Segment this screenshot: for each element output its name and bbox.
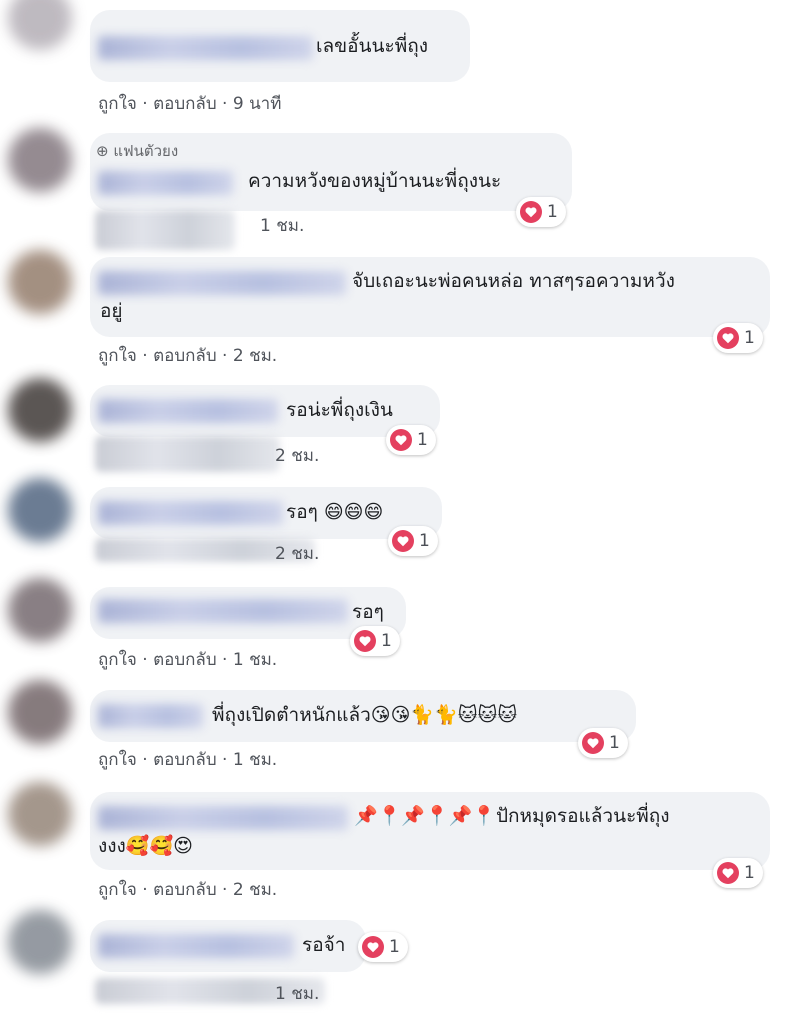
- heart-icon: [520, 201, 542, 223]
- avatar[interactable]: [8, 0, 72, 50]
- reaction-count[interactable]: 1: [350, 626, 400, 656]
- comment-text: เลขอั้นนะพี่ถุง: [316, 35, 429, 57]
- timestamp[interactable]: 2 ชม.: [233, 880, 277, 900]
- comment-bubble: 📌📍📌📍📌📍ปักหมุดรอแล้วนะพี่ถุง งงง🥰🥰😍: [90, 792, 770, 870]
- heart-icon: [582, 732, 604, 754]
- comment-text: จับเถอะนะพ่อคนหล่อ ทาสๆรอความหวัง: [352, 270, 675, 292]
- meta-blurred: [95, 210, 235, 250]
- comment-meta: ถูกใจ · ตอบกลับ · 1 ชม.: [98, 750, 278, 770]
- comment-meta: 2 ชม.: [275, 442, 319, 469]
- fan-badge: ⊕ แฟนตัวยง: [96, 142, 179, 160]
- timestamp[interactable]: 2 ชม.: [275, 446, 319, 466]
- comment-bubble: พี่ถุงเปิดตำหนักแล้ว😘😘🐈🐈🐱🐱🐱: [90, 690, 636, 742]
- author-name-blurred[interactable]: [98, 599, 348, 623]
- like-link[interactable]: ถูกใจ: [98, 94, 137, 114]
- reaction-count[interactable]: 1: [713, 323, 763, 353]
- heart-icon: [717, 327, 739, 349]
- author-name-blurred[interactable]: [98, 399, 278, 423]
- like-link[interactable]: ถูกใจ: [98, 880, 137, 900]
- timestamp[interactable]: 9 นาที: [233, 94, 282, 114]
- comment-bubble: เลขอั้นนะพี่ถุง: [90, 10, 470, 82]
- reaction-count[interactable]: 1: [388, 526, 438, 556]
- comment-meta: ถูกใจ · ตอบกลับ · 2 ชม.: [98, 880, 278, 900]
- comment-text: 📌📍📌📍📌📍ปักหมุดรอแล้วนะพี่ถุง: [354, 805, 670, 827]
- timestamp[interactable]: 1 ชม.: [233, 750, 277, 770]
- comment-meta: 1 ชม.: [275, 980, 319, 1007]
- comment-bubble: จับเถอะนะพ่อคนหล่อ ทาสๆรอความหวัง อยู่: [90, 257, 770, 337]
- author-name-blurred[interactable]: [98, 501, 283, 525]
- meta-blurred: [95, 436, 280, 472]
- avatar[interactable]: [8, 378, 72, 442]
- author-name-blurred[interactable]: [98, 171, 233, 195]
- heart-icon: [390, 429, 412, 451]
- comment-meta: ถูกใจ · ตอบกลับ · 9 นาที: [98, 94, 282, 114]
- comment-bubble: รอๆ 😄😄😄: [90, 487, 442, 539]
- reply-link[interactable]: ตอบกลับ: [153, 94, 217, 114]
- like-link[interactable]: ถูกใจ: [98, 346, 137, 366]
- like-link[interactable]: ถูกใจ: [98, 750, 137, 770]
- comment-meta: ถูกใจ · ตอบกลับ · 2 ชม.: [98, 346, 278, 366]
- reply-link[interactable]: ตอบกลับ: [153, 880, 217, 900]
- pin-emoji-group: 📌📍📌📍📌📍: [354, 805, 496, 827]
- timestamp[interactable]: 2 ชม.: [233, 346, 277, 366]
- author-name-blurred[interactable]: [98, 271, 346, 295]
- avatar[interactable]: [8, 478, 72, 542]
- timestamp[interactable]: 2 ชม.: [275, 544, 319, 564]
- reaction-count[interactable]: 1: [713, 858, 763, 888]
- comment-text-line2: งงง🥰🥰😍: [98, 835, 193, 857]
- comment-text: ความหวังของหมู่บ้านนะพี่ถุงนะ: [248, 170, 502, 192]
- comment-text: พี่ถุงเปิดตำหนักแล้ว😘😘🐈🐈🐱🐱🐱: [212, 704, 518, 726]
- comment-meta: 2 ชม.: [275, 540, 319, 567]
- comment-bubble: ⊕ แฟนตัวยง ความหวังของหมู่บ้านนะพี่ถุงนะ: [90, 133, 572, 211]
- avatar[interactable]: [8, 578, 72, 642]
- like-link[interactable]: ถูกใจ: [98, 650, 137, 670]
- heart-icon: [362, 936, 384, 958]
- avatar[interactable]: [8, 782, 72, 846]
- love-emoji-group: 🥰🥰😍: [125, 835, 193, 857]
- timestamp[interactable]: 1 ชม.: [233, 650, 277, 670]
- avatar[interactable]: [8, 680, 72, 744]
- comment-text-line2: อยู่: [100, 300, 123, 322]
- reaction-count[interactable]: 1: [386, 425, 436, 455]
- comment-text: รอจ้า: [302, 934, 346, 956]
- avatar[interactable]: [8, 250, 72, 314]
- author-name-blurred[interactable]: [98, 36, 313, 60]
- comment-text: รอน่ะพี่ถุงเงิน: [286, 399, 393, 421]
- comment-meta: 1 ชม.: [260, 212, 304, 239]
- comment-text: รอๆ 😄😄😄: [286, 501, 384, 523]
- comment-meta: ถูกใจ · ตอบกลับ · 1 ชม.: [98, 650, 278, 670]
- reply-link[interactable]: ตอบกลับ: [153, 650, 217, 670]
- comment-text: รอๆ: [352, 601, 384, 623]
- heart-icon: [392, 530, 414, 552]
- reaction-count[interactable]: 1: [358, 932, 408, 962]
- comment-bubble: รอจ้า: [90, 920, 366, 972]
- author-name-blurred[interactable]: [98, 806, 348, 830]
- avatar[interactable]: [8, 128, 72, 192]
- author-name-blurred[interactable]: [98, 934, 294, 958]
- reply-link[interactable]: ตอบกลับ: [153, 750, 217, 770]
- comment-bubble: รอน่ะพี่ถุงเงิน: [90, 385, 440, 437]
- author-name-blurred[interactable]: [98, 704, 203, 728]
- timestamp[interactable]: 1 ชม.: [275, 984, 319, 1004]
- reaction-count[interactable]: 1: [516, 197, 566, 227]
- avatar[interactable]: [8, 910, 72, 974]
- heart-icon: [354, 630, 376, 652]
- grin-emoji-group: 😄😄😄: [323, 501, 384, 523]
- heart-icon: [717, 862, 739, 884]
- emoji-group: 😘😘🐈🐈🐱🐱🐱: [370, 704, 518, 726]
- timestamp[interactable]: 1 ชม.: [260, 216, 304, 236]
- reaction-count[interactable]: 1: [578, 728, 628, 758]
- reply-link[interactable]: ตอบกลับ: [153, 346, 217, 366]
